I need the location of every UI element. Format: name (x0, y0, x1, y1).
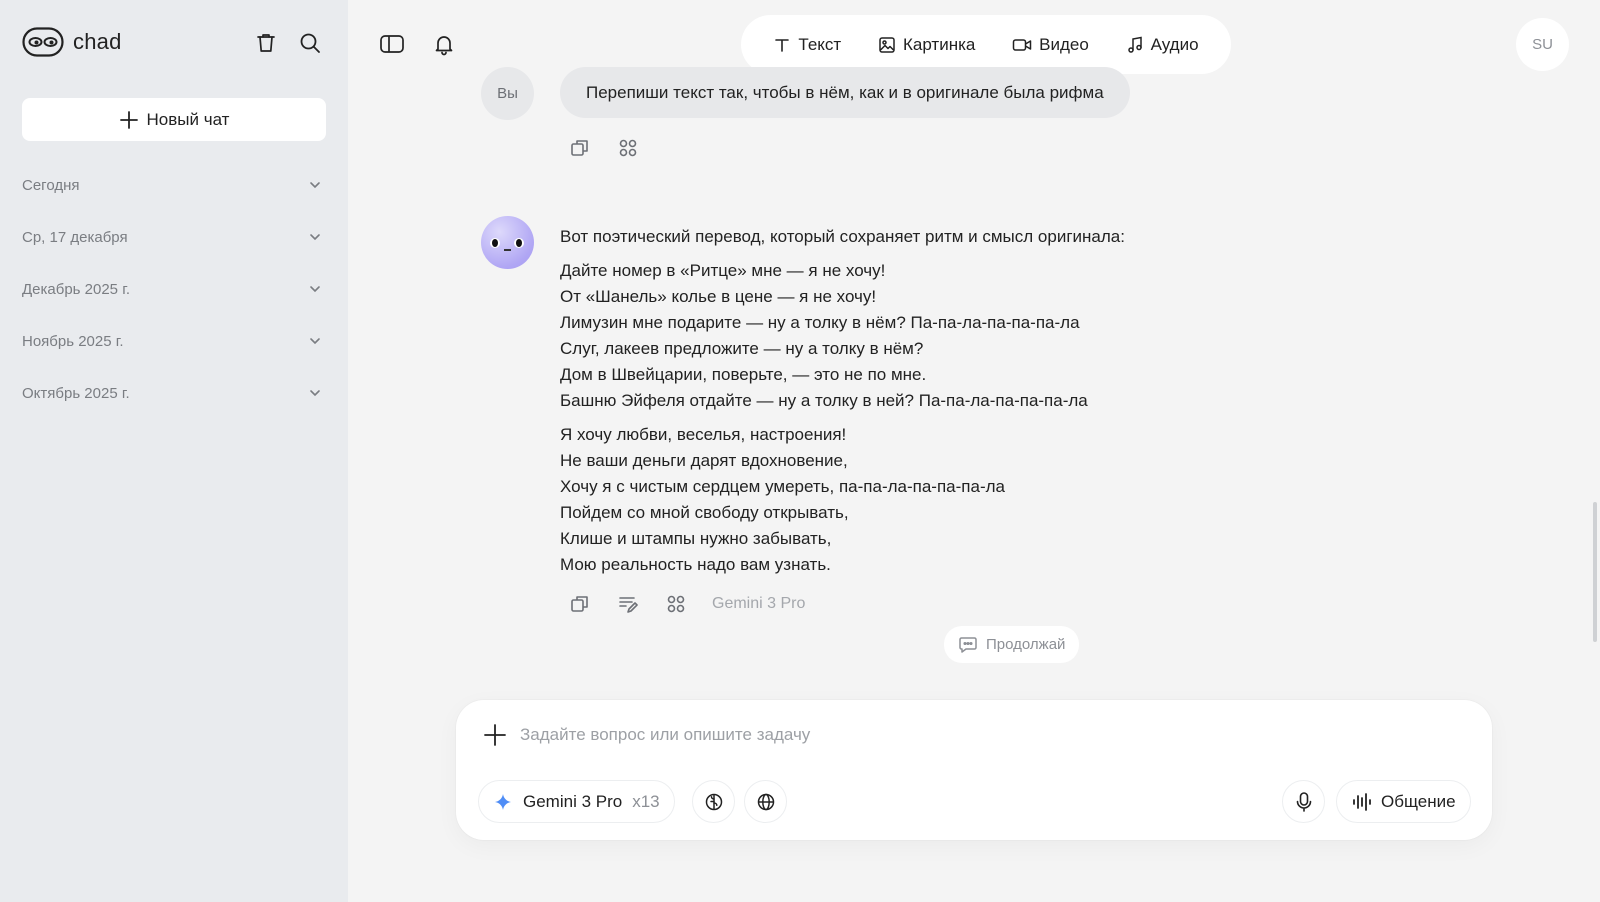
user-message-actions (568, 136, 640, 160)
grid-icon[interactable] (616, 136, 640, 160)
plus-icon[interactable] (482, 722, 508, 748)
new-chat-label: Новый чат (146, 109, 230, 129)
tab-label: Видео (1039, 34, 1089, 54)
poem-line: Клише и штампы нужно забывать, (560, 529, 832, 548)
model-tag: Gemini 3 Pro (712, 595, 806, 612)
history-group-november[interactable]: Ноябрь 2025 г. (22, 315, 326, 367)
waveform-icon (1351, 792, 1373, 812)
brand[interactable]: chad (22, 27, 122, 57)
tab-audio[interactable]: Аудио (1126, 35, 1199, 55)
history-group-october[interactable]: Октябрь 2025 г. (22, 367, 326, 419)
brain-toggle-button[interactable] (692, 780, 735, 823)
assistant-message-actions: Gemini 3 Pro (568, 592, 805, 616)
avatar-eye (514, 238, 524, 248)
continue-suggestion-chip[interactable]: Продолжай (944, 626, 1080, 663)
poem-line: Пойдем со мной свободу открывать, (560, 503, 849, 522)
bell-icon[interactable] (430, 30, 458, 58)
plus-icon (119, 110, 139, 130)
assistant-intro: Вот поэтический перевод, который сохраня… (560, 227, 1125, 246)
user-avatar[interactable]: SU (1516, 18, 1569, 71)
tab-text[interactable]: Текст (773, 35, 841, 55)
grid-icon[interactable] (664, 592, 688, 616)
poem-line: Мою реальность надо вам узнать. (560, 555, 831, 574)
chevron-down-icon (308, 386, 322, 400)
music-note-icon (1126, 36, 1144, 54)
you-label: Вы (497, 85, 518, 102)
user-message-text: Перепиши текст так, чтобы в нём, как и в… (586, 82, 1104, 102)
globe-icon (756, 792, 776, 812)
microphone-icon (1294, 791, 1314, 813)
poem-line: Дом в Швейцарии, поверьте, — это не по м… (560, 365, 927, 384)
poem-stanza: Я хочу любви, веселья, настроения! Не ва… (560, 422, 1200, 578)
voice-chat-label: Общение (1381, 791, 1456, 811)
voice-chat-button[interactable]: Общение (1336, 780, 1471, 823)
model-count: x13 (632, 791, 660, 811)
tab-video[interactable]: Видео (1012, 35, 1089, 55)
history-group-december[interactable]: Декабрь 2025 г. (22, 263, 326, 315)
chevron-down-icon (308, 230, 322, 244)
continue-label: Продолжай (986, 636, 1066, 653)
microphone-button[interactable] (1282, 780, 1325, 823)
sidebar: chad Новый чат Сегодня Ср, 17 декабря Де… (0, 0, 348, 902)
chevron-down-icon (308, 282, 322, 296)
tab-label: Текст (798, 34, 842, 54)
tab-image[interactable]: Картинка (878, 35, 975, 55)
history-group-dec-17[interactable]: Ср, 17 декабря (22, 211, 326, 263)
poem-line: От «Шанель» колье в цене — я не хочу! (560, 287, 877, 306)
history-group-label: Октябрь 2025 г. (22, 384, 130, 402)
prompt-input[interactable] (520, 720, 1420, 750)
avatar-eye (490, 238, 500, 248)
poem-stanza: Дайте номер в «Ритце» мне — я не хочу! О… (560, 258, 1200, 414)
image-icon (878, 36, 896, 54)
edit-text-icon[interactable] (616, 592, 640, 616)
chad-logo-icon (22, 27, 64, 57)
you-avatar: Вы (481, 67, 534, 120)
copy-icon[interactable] (568, 592, 592, 616)
scrollbar[interactable] (1593, 502, 1597, 642)
history-group-label: Ср, 17 декабря (22, 228, 128, 246)
tab-label: Аудио (1150, 34, 1199, 54)
search-icon[interactable] (298, 31, 322, 55)
poem-line: Слуг, лакеев предложите — ну а толку в н… (560, 339, 924, 358)
avatar-mouth (504, 249, 511, 251)
sidebar-toggle-icon[interactable] (378, 30, 406, 58)
model-name: Gemini 3 Pro (523, 791, 623, 811)
copy-icon[interactable] (568, 136, 592, 160)
history-group-label: Ноябрь 2025 г. (22, 332, 124, 350)
chevron-down-icon (308, 334, 322, 348)
app-name: chad (73, 29, 122, 54)
web-search-button[interactable] (744, 780, 787, 823)
model-selector[interactable]: Gemini 3 Pro x13 (478, 780, 675, 823)
chevron-down-icon (308, 178, 322, 192)
video-icon (1012, 36, 1032, 54)
poem-line: Не ваши деньги дарят вдохновение, (560, 451, 848, 470)
poem-line: Хочу я с чистым сердцем умереть, па-па-л… (560, 477, 1005, 496)
assistant-avatar (481, 216, 534, 269)
poem-line: Дайте номер в «Ритце» мне — я не хочу! (560, 261, 886, 280)
user-initials: SU (1532, 36, 1553, 53)
history-group-label: Декабрь 2025 г. (22, 280, 130, 298)
trash-icon[interactable] (254, 31, 278, 55)
text-icon (773, 36, 791, 54)
chat-history: Сегодня Ср, 17 декабря Декабрь 2025 г. Н… (22, 159, 326, 419)
sparkle-icon (493, 792, 513, 812)
poem-line: Лимузин мне подарите — ну а толку в нём?… (560, 313, 1080, 332)
assistant-message: Вот поэтический перевод, который сохраня… (560, 224, 1200, 586)
history-group-today[interactable]: Сегодня (22, 159, 326, 211)
new-chat-button[interactable]: Новый чат (22, 98, 326, 141)
brain-icon (704, 792, 724, 812)
poem-line: Я хочу любви, веселья, настроения! (560, 425, 847, 444)
user-message-bubble: Перепиши текст так, чтобы в нём, как и в… (560, 67, 1130, 118)
generation-mode-tabs: Текст Картинка Видео Аудио (741, 15, 1231, 74)
poem-line: Башню Эйфеля отдайте — ну а толку в ней?… (560, 391, 1088, 410)
chat-bubble-icon (958, 636, 978, 654)
history-group-label: Сегодня (22, 176, 80, 194)
composer: Gemini 3 Pro x13 Общение (456, 700, 1492, 840)
tab-label: Картинка (902, 34, 976, 54)
